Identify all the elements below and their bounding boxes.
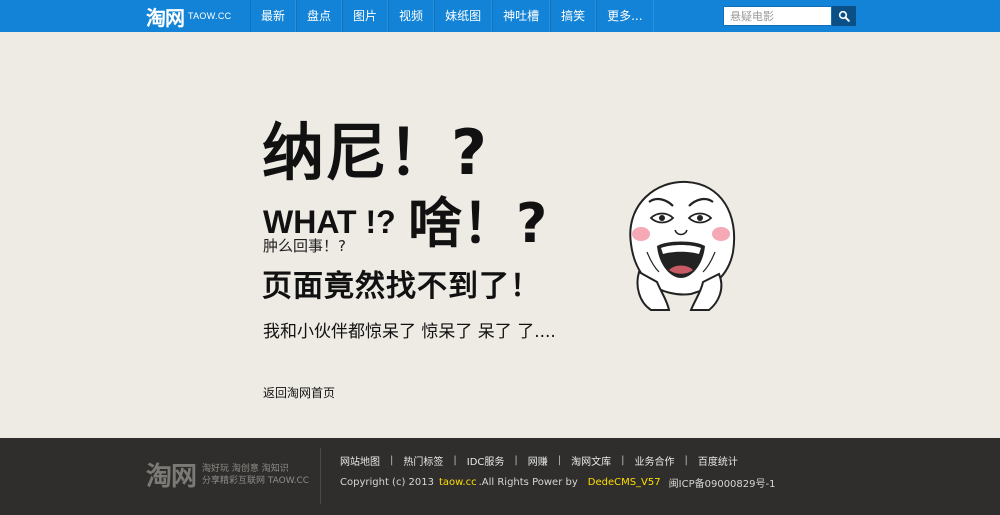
headline-what-happened: 肿么回事！? — [263, 237, 346, 255]
page-not-found-title: 页面竟然找不到了！ — [262, 269, 541, 304]
headline-what: WHAT !? — [263, 204, 396, 240]
footer-slogan: 淘好玩 淘创意 淘知识 分享精彩互联网 TAOW.CC — [202, 463, 309, 487]
nav-item-funny[interactable]: 搞笑 — [550, 0, 597, 32]
footer-copyright: Copyright (c) 2013 taow.cc .All Rights P… — [340, 475, 775, 490]
error-content: 纳尼！? WHAT !? 啥！? 肿么回事！? 页面竟然找不到了！ 我和小伙伴都… — [0, 32, 1000, 438]
footer-slogan-line1: 淘好玩 淘创意 淘知识 — [202, 463, 289, 474]
copyright-site-link[interactable]: taow.cc — [439, 477, 477, 488]
nav-item-girls[interactable]: 妹纸图 — [434, 0, 493, 32]
footer-link-hot-tags[interactable]: 热门标签 — [403, 453, 443, 468]
footer-link-business[interactable]: 业务合作 — [635, 453, 675, 468]
icp-number: 闽ICP备09000829号-1 — [668, 479, 776, 490]
search-input[interactable] — [723, 6, 832, 26]
headline-sha: 啥！? — [408, 192, 548, 255]
footer-separator: | — [684, 455, 688, 466]
footer-link-sitemap[interactable]: 网站地图 — [340, 453, 380, 468]
top-navbar: 淘网 TAOW.CC 最新 盘点 图片 视频 妹纸图 神吐槽 搞笑 更多... — [0, 0, 1000, 32]
shocked-subtitle: 我和小伙伴都惊呆了 惊呆了 呆了 了.... — [263, 322, 556, 342]
footer-links: 网站地图 | 热门标签 | IDC服务 | 网赚 | 淘网文库 | 业务合作 |… — [340, 453, 738, 468]
footer-separator: | — [621, 455, 625, 466]
footer-link-library[interactable]: 淘网文库 — [571, 453, 611, 468]
footer-divider — [320, 448, 321, 504]
search-box — [723, 6, 856, 26]
logo-text: 淘网 — [146, 5, 185, 30]
footer-separator: | — [453, 455, 457, 466]
footer-separator: | — [390, 455, 394, 466]
nav-item-more[interactable]: 更多... — [596, 0, 654, 32]
footer-logo-text: 淘网 — [146, 462, 197, 492]
site-logo[interactable]: 淘网 TAOW.CC — [146, 4, 232, 30]
nav-item-roundup[interactable]: 盘点 — [296, 0, 343, 32]
search-icon — [838, 10, 850, 22]
footer-slogan-line2: 分享精彩互联网 TAOW.CC — [202, 475, 310, 486]
footer-link-stats[interactable]: 百度统计 — [698, 453, 738, 468]
nav-item-latest[interactable]: 最新 — [250, 0, 297, 32]
headline-nani: 纳尼！? — [262, 116, 488, 189]
footer-logo: 淘网 淘好玩 淘创意 淘知识 分享精彩互联网 TAOW.CC — [146, 456, 309, 493]
cms-link[interactable]: DedeCMS_V57 — [588, 477, 661, 488]
nav-item-pictures[interactable]: 图片 — [342, 0, 389, 32]
footer-separator: | — [514, 455, 518, 466]
main-nav: 最新 盘点 图片 视频 妹纸图 神吐槽 搞笑 更多... — [250, 0, 654, 32]
search-button[interactable] — [832, 6, 856, 26]
copyright-prefix: Copyright (c) 2013 — [340, 477, 434, 488]
copyright-suffix: .All Rights Power by — [478, 477, 578, 488]
site-footer: 淘网 淘好玩 淘创意 淘知识 分享精彩互联网 TAOW.CC 网站地图 | 热门… — [0, 438, 1000, 515]
footer-link-idc[interactable]: IDC服务 — [467, 453, 505, 468]
back-home-link[interactable]: 返回淘网首页 — [263, 384, 335, 401]
nav-item-roast[interactable]: 神吐槽 — [492, 0, 551, 32]
rage-face-icon — [629, 180, 736, 311]
nav-item-videos[interactable]: 视频 — [388, 0, 435, 32]
footer-separator: | — [557, 455, 562, 466]
logo-domain: TAOW.CC — [188, 11, 232, 21]
footer-link-earn[interactable]: 网赚 — [528, 453, 548, 468]
